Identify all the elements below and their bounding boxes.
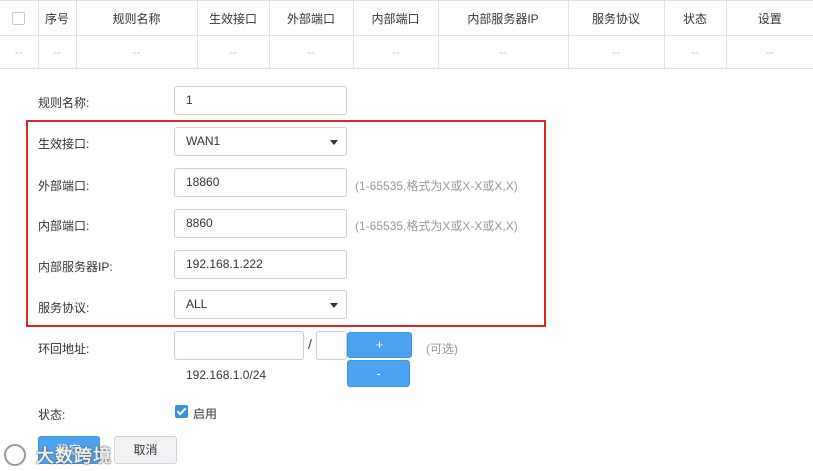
internal-port-input[interactable]: 8860 [174,209,347,238]
table-cell: -- [196,35,270,69]
interface-label: 生效接口: [38,137,90,151]
loopback-ip-input[interactable] [174,331,304,360]
external-port-hint: (1-65535,格式为X或X-X或X,X) [355,179,518,193]
external-port-input[interactable]: 18860 [174,168,347,197]
select-all-checkbox[interactable] [12,12,26,26]
table-cell: -- [663,35,727,69]
cancel-button[interactable]: 取消 [114,436,177,464]
protocol-label: 服务协议: [38,301,90,315]
header-protocol: 服务协议 [567,0,665,36]
header-settings: 设置 [725,0,813,36]
optional-hint: (可选) [426,342,458,356]
external-port-label: 外部端口: [38,179,90,193]
internal-ip-input[interactable]: 192.168.1.222 [174,250,347,279]
loopback-entry: 192.168.1.0/24 [186,368,267,382]
enable-checkbox-label: 启用 [193,407,218,421]
watermark-logo-icon [4,444,26,466]
table-cell: -- [725,35,813,69]
rule-name-input[interactable]: 1 [174,86,347,115]
table-cell: -- [567,35,665,69]
table-cell: -- [37,35,77,69]
header-internal-ip: 内部服务器IP [437,0,569,36]
loopback-label: 环回地址: [38,342,90,356]
remove-button[interactable]: - [347,360,410,387]
table-cell: -- [268,35,354,69]
chevron-down-icon [330,140,338,145]
interface-value: WAN1 [186,134,221,148]
rule-name-label: 规则名称: [38,96,90,110]
interface-select[interactable]: WAN1 [174,127,347,156]
header-internal-port: 内部端口 [352,0,439,36]
loopback-mask-input[interactable] [316,331,347,360]
header-index: 序号 [37,0,77,36]
rules-table: 序号 规则名称 生效接口 外部端口 内部端口 内部服务器IP 服务协议 状态 设… [0,0,813,69]
header-rule-name: 规则名称 [75,0,198,36]
table-cell: -- [0,35,39,69]
internal-port-label: 内部端口: [38,219,90,233]
add-button[interactable]: + [347,332,412,358]
protocol-select[interactable]: ALL [174,290,347,319]
header-select-all[interactable] [0,0,39,36]
header-external-port: 外部端口 [268,0,354,36]
protocol-value: ALL [186,297,208,311]
header-interface: 生效接口 [196,0,270,36]
internal-ip-label: 内部服务器IP: [38,260,113,274]
chevron-down-icon [330,303,338,308]
header-status: 状态 [663,0,727,36]
internal-port-hint: (1-65535,格式为X或X-X或X,X) [355,219,518,233]
watermark-text: 大数跨境 [36,446,112,466]
table-cell: -- [75,35,198,69]
enable-checkbox[interactable] [175,405,188,418]
table-header-row: 序号 规则名称 生效接口 外部端口 内部端口 内部服务器IP 服务协议 状态 设… [0,0,813,36]
loopback-separator: / [308,336,312,352]
status-label: 状态: [38,408,66,422]
table-row: -- -- -- -- -- -- -- -- -- -- [0,35,813,69]
table-cell: -- [352,35,439,69]
table-cell: -- [437,35,569,69]
